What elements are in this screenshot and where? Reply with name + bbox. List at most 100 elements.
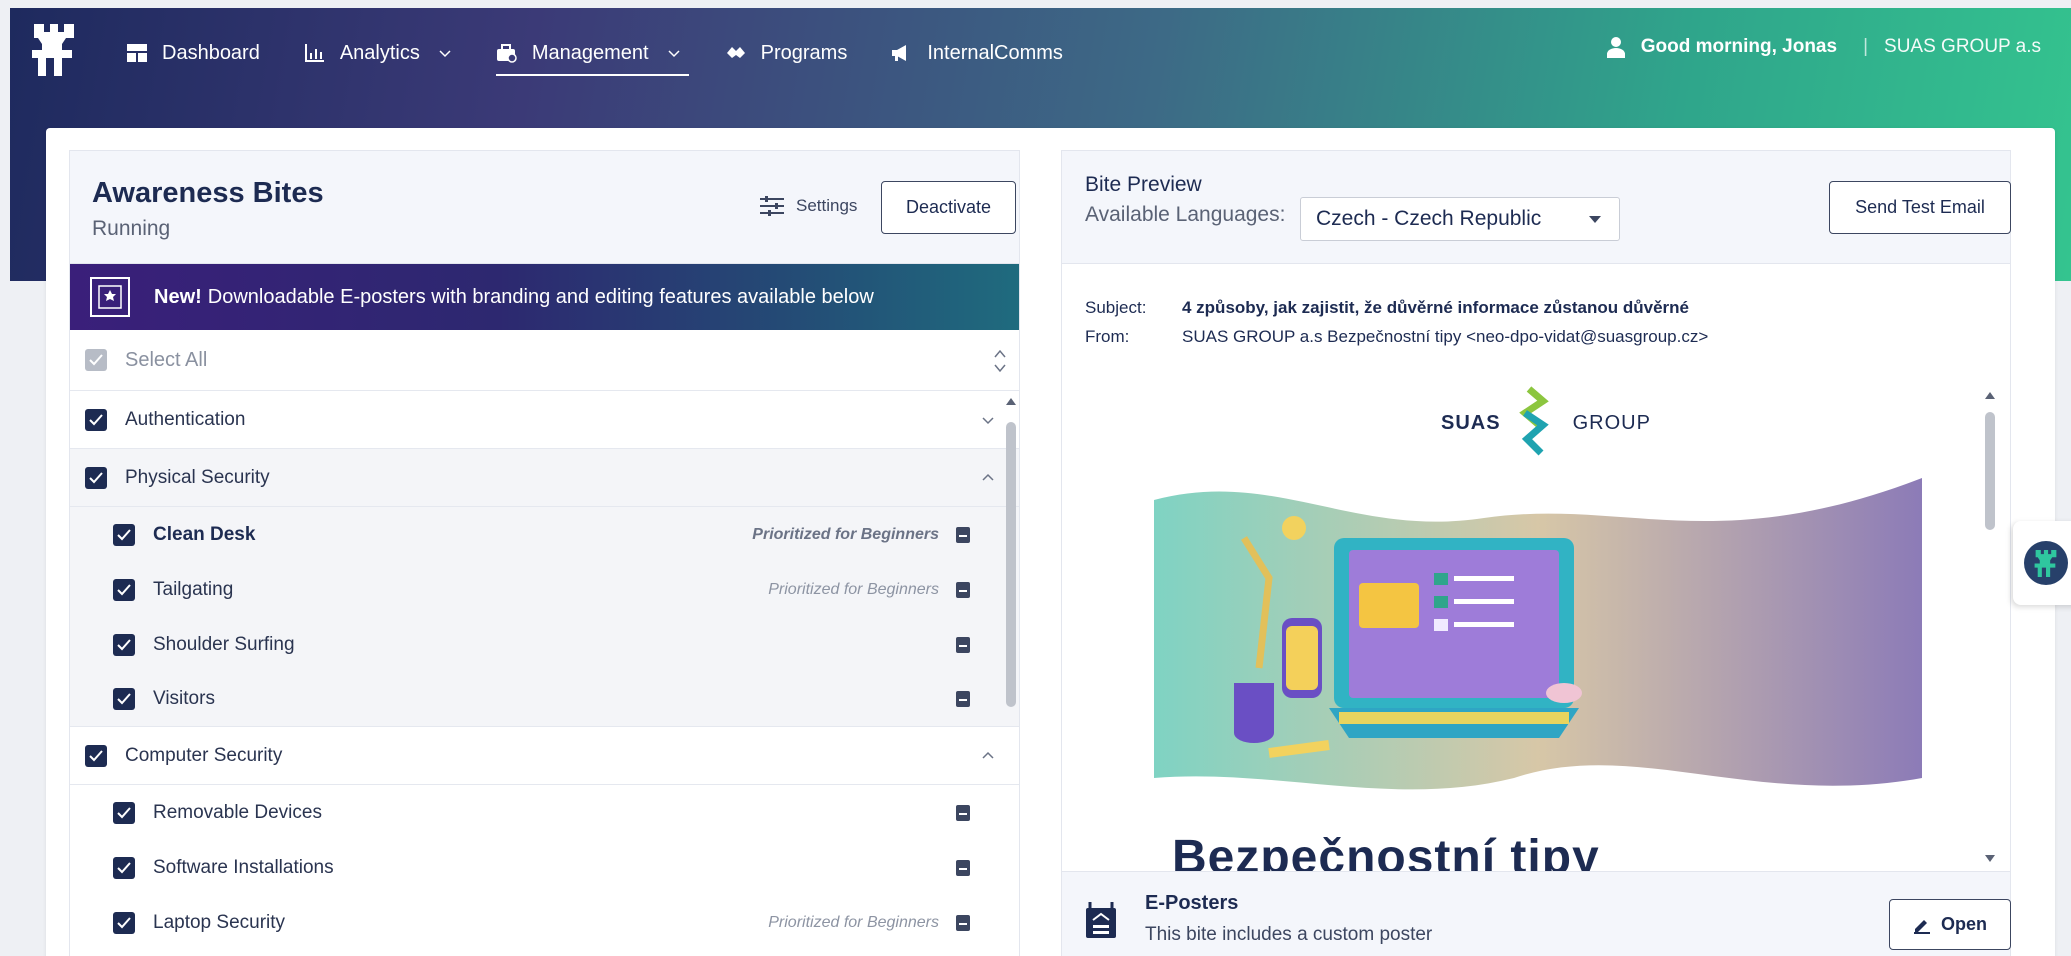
checkbox[interactable] — [113, 578, 135, 601]
from-key: From: — [1085, 327, 1130, 346]
category-computer-security[interactable]: Computer Security — [70, 727, 1019, 785]
sliders-icon — [760, 196, 784, 216]
scroll-up-arrow-icon[interactable] — [1006, 398, 1016, 405]
scroll-up-arrow-icon[interactable] — [1985, 392, 1995, 399]
nav-dashboard[interactable]: Dashboard — [126, 36, 260, 70]
language-select[interactable]: Czech - Czech Republic — [1300, 197, 1620, 241]
bite-item-shoulder-surfing[interactable]: Shoulder Surfing — [70, 617, 1019, 672]
category-label: Computer Security — [125, 744, 283, 766]
organization-name[interactable]: SUAS GROUP a.s — [1884, 36, 2041, 58]
bite-label: Visitors — [153, 688, 215, 709]
preview-title: Bite Preview — [1085, 173, 1202, 196]
poster-icon — [1086, 902, 1116, 938]
category-label: Physical Security — [125, 466, 270, 488]
send-test-email-button[interactable]: Send Test Email — [1829, 181, 2011, 234]
bite-item-visitors[interactable]: Visitors — [70, 672, 1019, 727]
bite-label: Laptop Security — [153, 911, 286, 933]
brand-suas: SUAS — [1441, 411, 1501, 434]
chevron-down-icon[interactable] — [981, 413, 995, 427]
nav-management[interactable]: Management — [495, 36, 689, 76]
nav-internalcomms[interactable]: InternalComms — [891, 36, 1063, 70]
status-text: Running — [92, 217, 171, 240]
scroll-down-arrow-icon[interactable] — [1985, 855, 1995, 862]
scrollbar-thumb[interactable] — [1985, 412, 1995, 530]
checkbox[interactable] — [85, 466, 107, 489]
separator: | — [1863, 36, 1869, 57]
select-all-row[interactable]: Select All — [70, 330, 1019, 391]
document-icon[interactable] — [956, 526, 970, 543]
megaphone-icon — [891, 42, 913, 64]
document-icon[interactable] — [956, 636, 970, 653]
management-icon — [496, 42, 518, 64]
bite-item-software-installations[interactable]: Software Installations — [70, 840, 1019, 895]
suas-group-logo: SUAS GROUP — [1441, 385, 1651, 461]
chevron-up-icon[interactable] — [981, 749, 995, 763]
checkbox[interactable] — [113, 688, 135, 710]
deactivate-button[interactable]: Deactivate — [881, 181, 1016, 234]
checkbox[interactable] — [113, 633, 135, 656]
bite-label: Removable Devices — [153, 801, 322, 823]
preview-scrollbar[interactable] — [1983, 388, 1997, 868]
chevron-up-icon[interactable] — [981, 471, 995, 485]
languages-label: Available Languages: — [1085, 203, 1286, 226]
checkbox[interactable] — [85, 744, 107, 767]
nav-programs[interactable]: Programs — [725, 36, 848, 70]
nav-label: Dashboard — [162, 41, 260, 64]
awareness-bites-panel: Awareness Bites Running Settings Deactiv… — [69, 150, 1020, 956]
checkbox[interactable] — [113, 801, 135, 824]
bite-item-tailgating[interactable]: Tailgating Prioritized for Beginners — [70, 562, 1019, 617]
priority-tag: Prioritized for Beginners — [768, 580, 939, 598]
nav-analytics[interactable]: Analytics — [304, 36, 452, 70]
list-scrollbar[interactable] — [1003, 392, 1019, 956]
nav-label: InternalComms — [927, 41, 1063, 64]
priority-tag: Prioritized for Beginners — [768, 913, 939, 931]
nav-label: Management — [531, 41, 649, 64]
chevron-down-icon — [668, 50, 680, 58]
checkbox[interactable] — [113, 856, 135, 879]
edit-pencil-icon — [1913, 919, 1930, 934]
nav-label: Analytics — [339, 41, 420, 64]
bite-label: Shoulder Surfing — [153, 633, 295, 655]
app-logo-icon[interactable] — [30, 22, 78, 76]
document-icon[interactable] — [956, 691, 970, 707]
select-all-label: Select All — [125, 348, 208, 371]
bite-item-clean-desk[interactable]: Clean Desk Prioritized for Beginners — [70, 507, 1019, 562]
banner-text: Downloadable E-posters with branding and… — [207, 285, 874, 308]
user-greeting[interactable]: Good morning, Jonas | SUAS GROUP a.s — [1606, 36, 2041, 58]
nav-label: Programs — [760, 41, 848, 64]
checkbox[interactable] — [85, 408, 107, 431]
subject-key: Subject: — [1085, 298, 1147, 317]
sort-icon[interactable] — [993, 348, 1007, 374]
eposter-banner: New! Downloadable E-posters with brandin… — [70, 264, 1019, 330]
poster-icon — [90, 277, 130, 317]
user-icon — [1606, 37, 1625, 58]
checkbox[interactable] — [113, 911, 135, 934]
document-icon[interactable] — [956, 804, 970, 821]
scrollbar-thumb[interactable] — [1006, 422, 1016, 707]
bite-item-laptop-security[interactable]: Laptop Security Prioritized for Beginner… — [70, 895, 1019, 950]
chevron-down-icon — [439, 50, 451, 58]
document-icon[interactable] — [956, 859, 970, 876]
checkbox[interactable] — [113, 523, 135, 546]
from-value: SUAS GROUP a.s Bezpečnostní tipy <neo-dp… — [1182, 327, 1709, 346]
panel-header: Awareness Bites Running Settings Deactiv… — [70, 151, 1019, 264]
dropdown-caret-icon — [1589, 216, 1601, 223]
select-all-checkbox[interactable] — [85, 349, 107, 371]
greeting-text: Good morning, Jonas — [1640, 36, 1838, 57]
bite-item-removable-devices[interactable]: Removable Devices — [70, 785, 1019, 840]
hero-illustration — [1154, 478, 1922, 790]
priority-tag: Prioritized for Beginners — [752, 525, 939, 543]
analytics-icon — [304, 42, 326, 64]
assistant-fab[interactable] — [2013, 521, 2071, 605]
eposters-title: E-Posters — [1145, 892, 1239, 914]
banner-new-badge: New! — [154, 285, 202, 308]
category-physical-security[interactable]: Physical Security — [70, 449, 1019, 507]
app-logo-icon — [2024, 541, 2068, 585]
document-icon[interactable] — [956, 581, 970, 598]
eposters-section: E-Posters This bite includes a custom po… — [1062, 871, 2011, 956]
category-authentication[interactable]: Authentication — [70, 391, 1019, 449]
settings-button[interactable]: Settings — [760, 195, 857, 217]
document-icon[interactable] — [956, 914, 970, 931]
eposters-description: This bite includes a custom poster — [1145, 924, 1433, 945]
open-poster-button[interactable]: Open — [1889, 899, 2011, 950]
